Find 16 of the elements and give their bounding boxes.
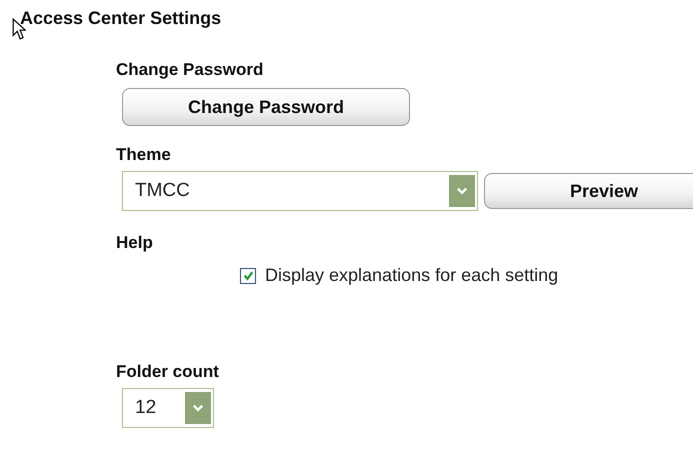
checkmark-icon [242, 270, 254, 281]
chevron-icon [456, 186, 468, 196]
section-label: Change Password [116, 60, 264, 80]
page-title: Access Center Settings [20, 7, 222, 29]
dropdown-button[interactable] [185, 392, 211, 424]
chevron-icon [192, 403, 204, 413]
section-label: Theme [116, 145, 172, 165]
change-password-button[interactable]: Change Password [122, 88, 410, 126]
section-label: Help [116, 233, 154, 253]
dropdown-button[interactable] [449, 175, 475, 207]
preview-button[interactable]: Preview [484, 173, 693, 209]
folder-count-dropdown[interactable]: 12 [122, 388, 214, 428]
section-label: Folder count [116, 362, 220, 382]
theme-dropdown[interactable]: TMCC [122, 171, 478, 211]
checkbox[interactable] [240, 268, 256, 284]
checkbox-label: Display explanations for each setting [265, 265, 558, 286]
